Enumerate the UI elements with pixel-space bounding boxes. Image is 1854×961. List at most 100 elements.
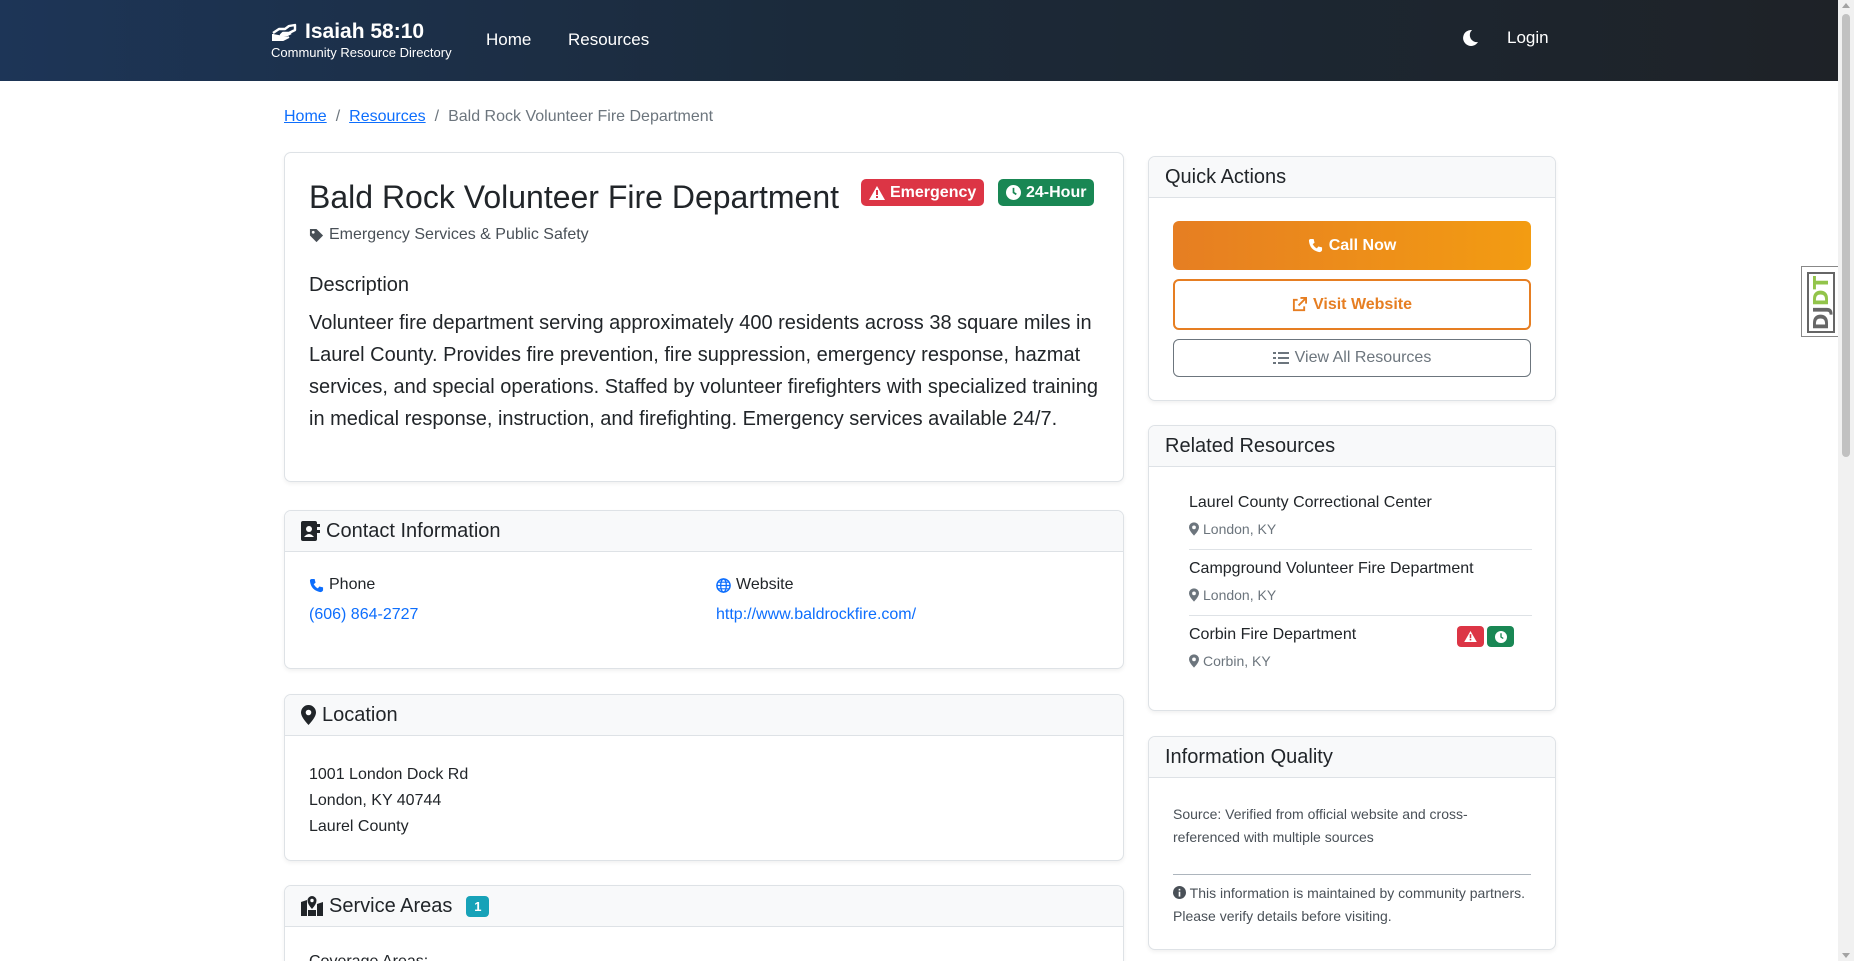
view-all-resources-button[interactable]: View All Resources bbox=[1173, 339, 1531, 377]
debug-toolbar-prefix: DJ bbox=[1809, 305, 1834, 330]
page-title: Bald Rock Volunteer Fire Department bbox=[309, 179, 840, 215]
address-block: 1001 London Dock Rd London, KY 40744 Lau… bbox=[309, 762, 468, 840]
coverage-areas-label: Coverage Areas: bbox=[309, 953, 428, 961]
related-resource-name[interactable]: Corbin Fire Department bbox=[1189, 626, 1356, 644]
quality-note-text: This information is maintained by commun… bbox=[1173, 885, 1525, 924]
debug-toolbar-suffix: DT bbox=[1809, 275, 1834, 306]
related-resource-location-text: Corbin, KY bbox=[1203, 653, 1271, 669]
globe-icon bbox=[716, 577, 731, 593]
breadcrumb-separator: / bbox=[335, 108, 341, 125]
quality-source-label: Source: Verified from official website a… bbox=[1173, 806, 1468, 845]
related-resource-location: Corbin, KY bbox=[1189, 653, 1271, 669]
website-link[interactable]: http://www.baldrockfire.com/ bbox=[716, 606, 916, 624]
phone-label-text: Phone bbox=[329, 576, 376, 593]
quick-actions-card-header: Quick Actions bbox=[1149, 157, 1555, 198]
page-scrollbar[interactable] bbox=[1838, 0, 1854, 961]
contact-card-header: Contact Information bbox=[285, 511, 1123, 552]
clock-icon bbox=[1006, 185, 1021, 200]
breadcrumb-resources[interactable]: Resources bbox=[349, 108, 425, 126]
clock-icon bbox=[1494, 630, 1507, 643]
address-street: 1001 London Dock Rd bbox=[309, 766, 469, 783]
phone-icon bbox=[1308, 238, 1322, 253]
address-county: Laurel County bbox=[309, 818, 409, 835]
related-resources-card: Related Resources Laurel County Correcti… bbox=[1148, 425, 1556, 711]
map-marker-icon bbox=[1189, 654, 1199, 668]
contact-heading: Contact Information bbox=[326, 519, 501, 542]
quality-note: This information is maintained by commun… bbox=[1173, 882, 1533, 928]
call-now-label: Call Now bbox=[1328, 236, 1397, 254]
visit-website-button[interactable]: Visit Website bbox=[1173, 279, 1531, 330]
location-heading: Location bbox=[322, 703, 398, 726]
category-label: Emergency Services & Public Safety bbox=[329, 226, 589, 243]
map-marker-icon bbox=[1189, 588, 1199, 602]
resource-detail-card: Bald Rock Volunteer Fire Department Emer… bbox=[284, 152, 1124, 482]
information-quality-card: Information Quality Source: Verified fro… bbox=[1148, 736, 1556, 950]
service-areas-card: Service Areas 1 Coverage Areas: bbox=[284, 885, 1124, 961]
brand-title: Isaiah 58:10 bbox=[305, 20, 425, 43]
warning-icon bbox=[869, 185, 885, 200]
quality-source-text: Source: Verified from official website a… bbox=[1173, 803, 1518, 849]
information-quality-card-header: Information Quality bbox=[1149, 737, 1555, 778]
related-resource-location-text: London, KY bbox=[1203, 521, 1277, 537]
service-areas-count-badge: 1 bbox=[466, 895, 490, 917]
service-areas-card-header: Service Areas 1 bbox=[285, 886, 1123, 927]
dark-mode-toggle-icon[interactable] bbox=[1460, 28, 1480, 48]
list-icon bbox=[1272, 352, 1289, 364]
emergency-mini-badge bbox=[1457, 626, 1484, 647]
tag-icon bbox=[309, 228, 324, 242]
view-all-resources-label: View All Resources bbox=[1294, 349, 1432, 366]
login-link[interactable]: Login bbox=[1507, 28, 1549, 48]
location-card-header: Location bbox=[285, 695, 1123, 736]
related-resource-name[interactable]: Laurel County Correctional Center bbox=[1189, 494, 1432, 512]
nav-resources-link[interactable]: Resources bbox=[568, 30, 649, 50]
emergency-badge-label: Emergency bbox=[890, 183, 977, 201]
call-now-button[interactable]: Call Now bbox=[1173, 221, 1531, 270]
breadcrumb-current: Bald Rock Volunteer Fire Department bbox=[448, 108, 714, 125]
nav-home-link[interactable]: Home bbox=[486, 30, 531, 50]
info-circle-icon bbox=[1173, 886, 1186, 899]
quick-actions-heading: Quick Actions bbox=[1165, 165, 1287, 188]
related-resource-item[interactable]: Campground Volunteer Fire Department Lon… bbox=[1189, 550, 1532, 616]
information-quality-heading: Information Quality bbox=[1165, 745, 1333, 768]
visit-website-label: Visit Website bbox=[1313, 295, 1412, 313]
related-resources-card-header: Related Resources bbox=[1149, 426, 1555, 467]
website-label-text: Website bbox=[736, 576, 794, 593]
map-location-icon bbox=[301, 896, 323, 916]
brand[interactable]: Isaiah 58:10 Community Resource Director… bbox=[271, 20, 452, 60]
scroll-down-arrow-icon[interactable] bbox=[1842, 953, 1850, 958]
quick-actions-card: Quick Actions Call Now Visit Website Vie… bbox=[1148, 156, 1556, 401]
external-link-icon bbox=[1292, 297, 1307, 312]
related-resource-item[interactable]: Laurel County Correctional Center London… bbox=[1189, 484, 1532, 550]
phone-link[interactable]: (606) 864-2727 bbox=[309, 606, 418, 624]
related-resource-location: London, KY bbox=[1189, 587, 1276, 603]
map-marker-icon bbox=[301, 705, 316, 725]
address-card-icon bbox=[301, 521, 320, 541]
breadcrumb-separator: / bbox=[434, 108, 440, 125]
helping-hand-icon bbox=[272, 23, 297, 41]
related-resource-name[interactable]: Campground Volunteer Fire Department bbox=[1189, 560, 1474, 578]
brand-subtitle: Community Resource Directory bbox=[271, 45, 452, 60]
map-marker-icon bbox=[1189, 522, 1199, 536]
scroll-up-arrow-icon[interactable] bbox=[1842, 3, 1850, 8]
24-hour-badge-label: 24-Hour bbox=[1026, 183, 1087, 201]
phone-label: Phone bbox=[309, 576, 375, 594]
breadcrumb: Home / Resources / Bald Rock Volunteer F… bbox=[284, 108, 713, 126]
warning-icon bbox=[1464, 631, 1477, 642]
related-resource-item[interactable]: Corbin Fire Department Corbin, KY bbox=[1189, 616, 1532, 682]
related-resources-heading: Related Resources bbox=[1165, 434, 1336, 457]
related-resource-location-text: London, KY bbox=[1203, 587, 1277, 603]
description-heading: Description bbox=[309, 274, 410, 296]
debug-toolbar-handle[interactable]: DJDT bbox=[1801, 266, 1838, 337]
24-hour-mini-badge bbox=[1487, 626, 1514, 647]
scrollbar-thumb[interactable] bbox=[1842, 14, 1850, 457]
related-resource-location: London, KY bbox=[1189, 521, 1276, 537]
resource-category: Emergency Services & Public Safety bbox=[309, 226, 589, 244]
breadcrumb-home[interactable]: Home bbox=[284, 108, 327, 126]
contact-card: Contact Information Phone (606) 864-2727… bbox=[284, 510, 1124, 669]
location-card: Location 1001 London Dock Rd London, KY … bbox=[284, 694, 1124, 861]
website-label: Website bbox=[716, 576, 794, 594]
description-text: Volunteer fire department serving approx… bbox=[309, 312, 1098, 430]
emergency-badge: Emergency bbox=[861, 179, 985, 206]
24-hour-badge: 24-Hour bbox=[998, 179, 1095, 206]
top-navbar: Isaiah 58:10 Community Resource Director… bbox=[0, 0, 1838, 81]
